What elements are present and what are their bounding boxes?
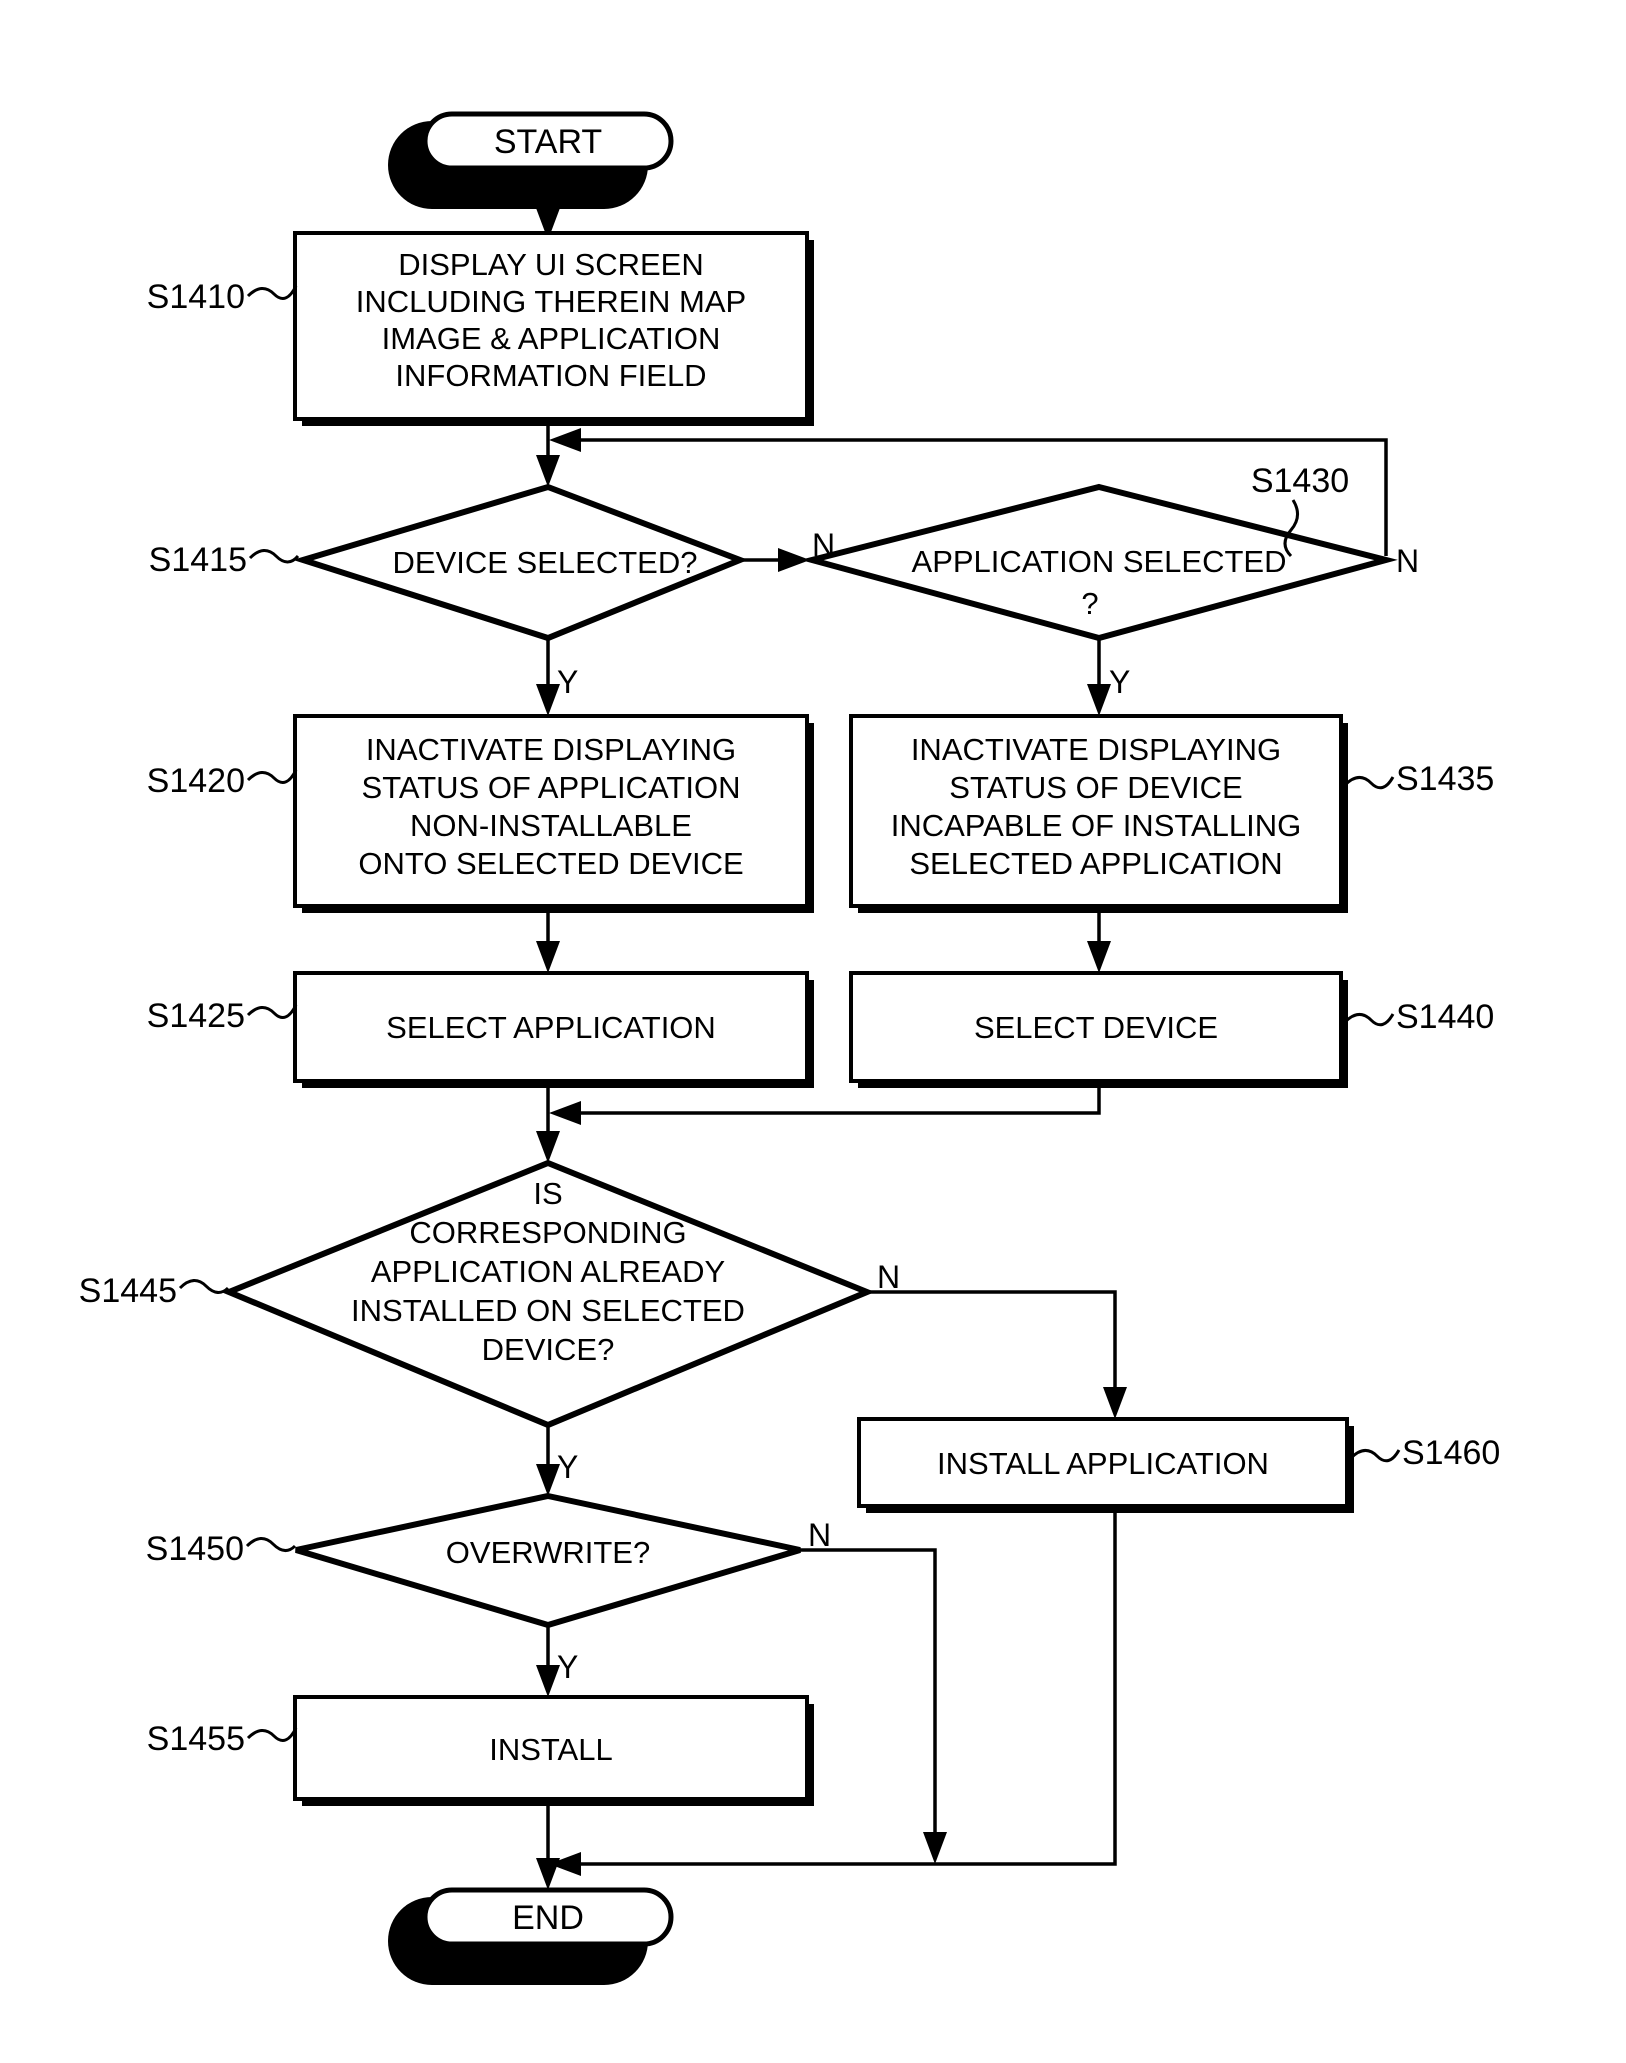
branch-label-s1415-no: N	[812, 527, 835, 563]
s1410-leader-squiggle	[246, 285, 298, 300]
branch-label-s1430-no: N	[1396, 543, 1419, 579]
arrowhead-s1445-no-to-s1460	[1103, 1387, 1127, 1419]
s1460-leader-squiggle	[1349, 1449, 1401, 1463]
s1440-leader-squiggle	[1343, 1013, 1395, 1027]
s1410-line-2: INCLUDING THEREIN MAP	[356, 284, 746, 319]
s1455-line-1: INSTALL	[489, 1732, 612, 1767]
s1415-line-1: DEVICE SELECTED?	[393, 545, 698, 580]
s1425-line-1: SELECT APPLICATION	[386, 1010, 716, 1045]
arrowhead-s1425-to-s1445	[536, 1131, 560, 1163]
s1425-step-label: S1425	[147, 997, 245, 1035]
s1420-line-3: NON-INSTALLABLE	[410, 808, 692, 843]
s1440-line-1: SELECT DEVICE	[974, 1010, 1218, 1045]
node-end: END	[388, 1887, 674, 1985]
arrowhead-s1450-no-to-end	[923, 1832, 947, 1864]
s1435-line-3: INCAPABLE OF INSTALLING	[891, 808, 1302, 843]
node-s1445: IS CORRESPONDING APPLICATION ALREADY INS…	[79, 1159, 875, 1429]
s1445-leader-squiggle	[178, 1279, 230, 1294]
s1435-line-1: INACTIVATE DISPLAYING	[911, 732, 1281, 767]
s1445-line-5: DEVICE?	[482, 1332, 615, 1367]
arrowhead-s1420-to-s1425	[536, 941, 560, 973]
s1420-step-label: S1420	[147, 762, 245, 800]
s1460-step-label: S1460	[1402, 1434, 1500, 1472]
flowchart-svg: START DISPLAY UI SCREEN INCLUDING THEREI…	[79, 111, 1500, 1985]
s1430-line-1: APPLICATION SELECTED	[912, 544, 1287, 579]
s1455-leader-squiggle	[246, 1727, 298, 1742]
s1410-line-4: INFORMATION FIELD	[395, 358, 706, 393]
node-s1440: SELECT DEVICE S1440	[849, 971, 1494, 1088]
s1420-line-1: INACTIVATE DISPLAYING	[366, 732, 736, 767]
node-s1425: SELECT APPLICATION S1425	[147, 971, 814, 1088]
node-s1415: DEVICE SELECTED? S1415	[149, 483, 749, 642]
flowchart-canvas: START DISPLAY UI SCREEN INCLUDING THEREI…	[0, 0, 1626, 2063]
branch-label-s1445-no: N	[877, 1259, 900, 1295]
node-start: START	[388, 111, 674, 209]
s1410-line-1: DISPLAY UI SCREEN	[398, 247, 704, 282]
node-s1455: INSTALL S1455	[147, 1695, 814, 1806]
s1410-line-3: IMAGE & APPLICATION	[382, 321, 721, 356]
node-s1435: INACTIVATE DISPLAYING STATUS OF DEVICE I…	[849, 714, 1494, 913]
end-terminal-label: END	[512, 1899, 584, 1937]
s1415-leader-squiggle	[248, 549, 300, 564]
s1430-line-2: ?	[1081, 586, 1098, 621]
s1460-line-1: INSTALL APPLICATION	[937, 1446, 1269, 1481]
s1415-step-label: S1415	[149, 541, 247, 579]
s1455-step-label: S1455	[147, 1720, 245, 1758]
s1440-step-label: S1440	[1396, 998, 1494, 1036]
s1435-line-2: STATUS OF DEVICE	[949, 770, 1242, 805]
branch-label-s1450-yes: Y	[557, 1649, 578, 1685]
node-s1410: DISPLAY UI SCREEN INCLUDING THEREIN MAP …	[147, 231, 814, 426]
node-s1430: APPLICATION SELECTED ? S1430	[800, 462, 1398, 642]
s1420-line-4: ONTO SELECTED DEVICE	[358, 846, 743, 881]
node-s1420: INACTIVATE DISPLAYING STATUS OF APPLICAT…	[147, 714, 814, 913]
node-s1460: INSTALL APPLICATION S1460	[857, 1417, 1500, 1513]
s1445-line-4: INSTALLED ON SELECTED	[351, 1293, 745, 1328]
branch-label-s1430-yes: Y	[1109, 664, 1130, 700]
s1435-leader-squiggle	[1343, 776, 1395, 790]
s1445-line-2: CORRESPONDING	[409, 1215, 686, 1250]
s1420-leader-squiggle	[246, 769, 298, 784]
arrowhead-s1410-to-s1415	[536, 455, 560, 487]
arrowhead-s1435-to-s1440	[1087, 941, 1111, 973]
branch-label-s1445-yes: Y	[557, 1449, 578, 1485]
arrowhead-s1455-to-end	[536, 1858, 560, 1890]
s1435-line-4: SELECTED APPLICATION	[909, 846, 1282, 881]
branch-label-s1450-no: N	[808, 1517, 831, 1553]
s1445-line-1: IS	[533, 1176, 562, 1211]
s1445-line-3: APPLICATION ALREADY	[371, 1254, 725, 1289]
s1425-leader-squiggle	[246, 1004, 298, 1019]
s1450-leader-squiggle	[245, 1537, 297, 1552]
node-s1450: OVERWRITE? S1450	[146, 1492, 801, 1629]
arrowhead-s1430-yes-to-s1435	[1087, 684, 1111, 716]
arrowhead-s1430-no-feedback	[549, 428, 581, 452]
s1450-line-1: OVERWRITE?	[446, 1535, 650, 1570]
s1435-step-label: S1435	[1396, 760, 1494, 798]
branch-label-s1415-yes: Y	[557, 664, 578, 700]
connector-s1445-no-to-s1460	[867, 1290, 1117, 1400]
start-terminal-label: START	[494, 123, 602, 161]
s1420-line-2: STATUS OF APPLICATION	[362, 770, 741, 805]
s1450-step-label: S1450	[146, 1530, 244, 1568]
s1410-step-label: S1410	[147, 278, 245, 316]
connector-s1450-no-to-end	[800, 1548, 937, 1845]
s1445-step-label: S1445	[79, 1272, 177, 1310]
arrowhead-s1440-merge	[549, 1101, 581, 1125]
s1430-step-label: S1430	[1251, 462, 1349, 500]
